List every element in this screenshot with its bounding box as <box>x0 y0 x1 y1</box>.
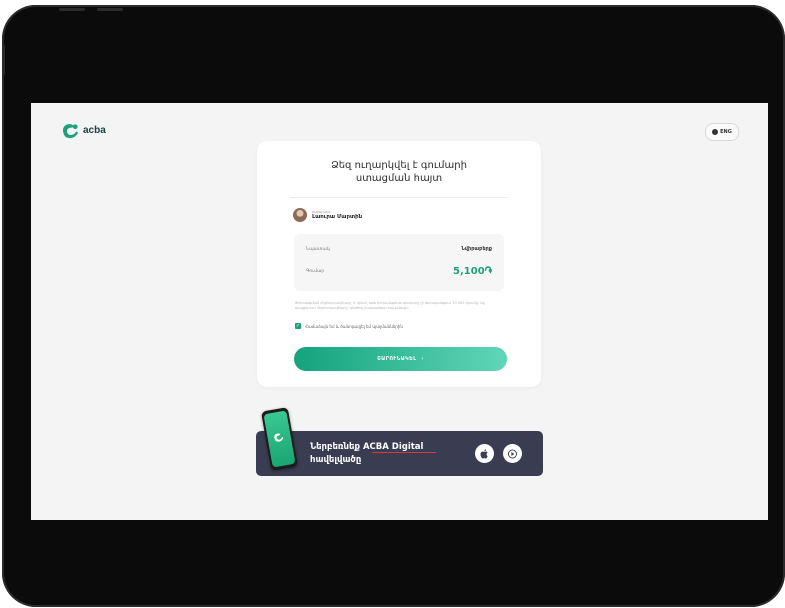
details-box: Նպատակ Նվիրաբերք Գումար 5,100֏ <box>294 234 504 291</box>
acba-logo-icon <box>274 433 284 442</box>
brand-logo[interactable]: acba <box>61 122 106 139</box>
banner-text: Ներբեռնեք ACBA Digital հավելվածը <box>310 442 424 465</box>
detail-row-purpose: Նպատակ Նվիրաբերք <box>306 246 492 252</box>
underline <box>372 452 436 453</box>
agree-checkbox-row[interactable]: ✓ Համաձայն եմ և ծանոթացել եմ պայմաններին <box>295 323 403 329</box>
google-play-button[interactable] <box>503 444 522 463</box>
apple-icon <box>480 448 488 458</box>
language-switch[interactable]: ENG <box>705 123 739 141</box>
continue-button[interactable]: ՇԱՐՈՒՆԱԿԵԼ › <box>294 347 507 371</box>
payment-request-card: Ձեզ ուղարկվել է գումարի ստացման հայտ ուղ… <box>257 141 541 387</box>
phone-illustration <box>260 407 299 471</box>
continue-label: ՇԱՐՈՒՆԱԿԵԼ <box>377 356 417 362</box>
tablet-frame: acba ENG Ձեզ ուղարկվել է գումարի ստացման… <box>2 5 785 607</box>
detail-label: Գումար <box>306 269 325 274</box>
app-store-button[interactable] <box>475 444 494 463</box>
play-store-icon <box>508 449 517 458</box>
avatar <box>293 208 307 222</box>
globe-icon <box>712 129 719 135</box>
screen: acba ENG Ձեզ ուղարկվել է գումարի ստացման… <box>31 103 768 520</box>
chevron-right-icon: › <box>421 356 424 362</box>
check-icon: ✓ <box>295 323 301 329</box>
agree-text: Համաձայն եմ և ծանոթացել եմ պայմաններին <box>305 323 403 329</box>
app-download-banner: Ներբեռնեք ACBA Digital հավելվածը <box>256 407 543 476</box>
tablet-button-top <box>97 8 123 11</box>
agree-checkbox[interactable]: ✓ <box>295 323 301 329</box>
tablet-button-side <box>2 45 5 75</box>
detail-value: Նվիրաբերք <box>461 246 492 252</box>
detail-label: Նպատակ <box>306 246 330 252</box>
sender-info: ուղարկող Լաուրա Մարտին <box>293 208 362 222</box>
acba-logo-icon <box>62 124 79 139</box>
fee-note: Փոխանցման միջնորդավճարը՝ 0 դրամ, եթե փոխ… <box>295 301 485 310</box>
amount-value: 5,100֏ <box>453 266 492 277</box>
tablet-button-top <box>59 8 85 11</box>
divider <box>290 197 508 198</box>
detail-row-amount: Գումար 5,100֏ <box>306 266 492 277</box>
sender-name: Լաուրա Մարտին <box>312 214 363 220</box>
brand-name: acba <box>83 125 106 136</box>
language-label: ENG <box>720 129 732 135</box>
card-title: Ձեզ ուղարկվել է գումարի ստացման հայտ <box>331 160 467 184</box>
